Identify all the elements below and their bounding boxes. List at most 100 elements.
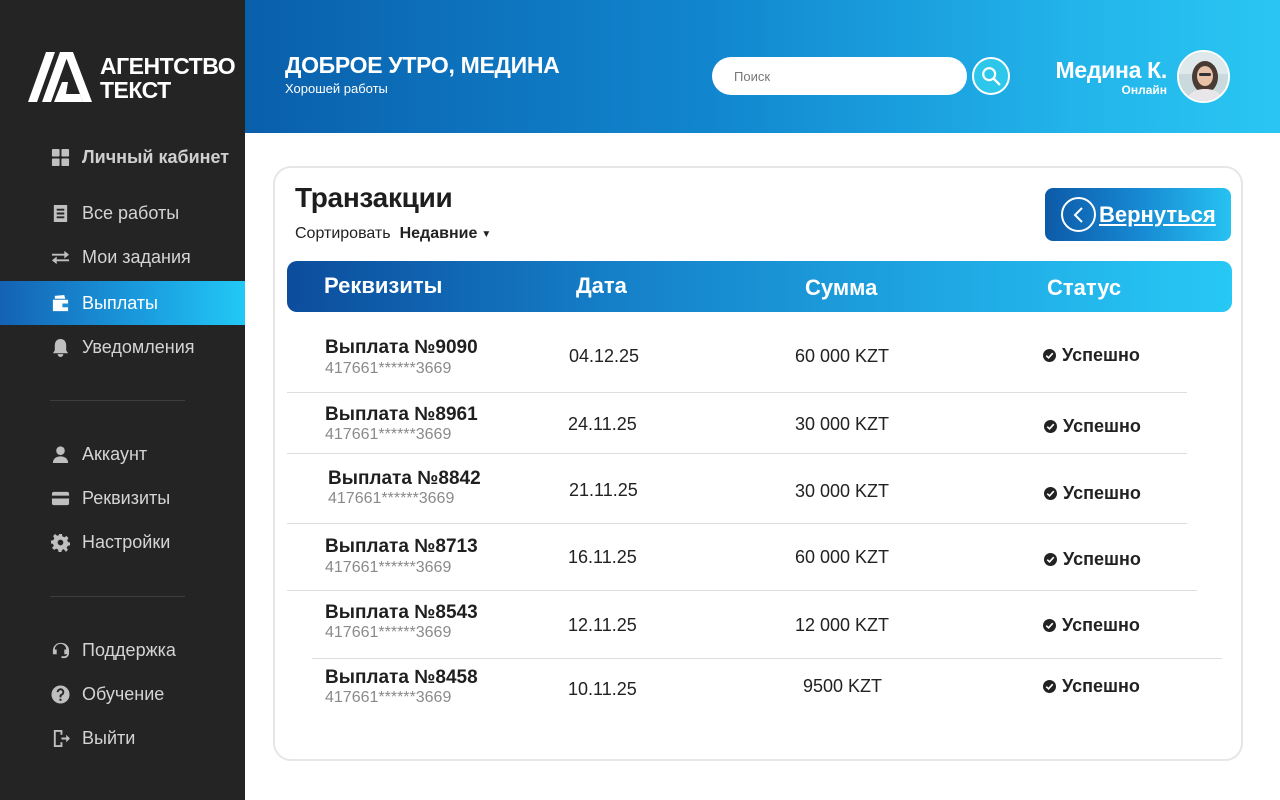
payout-date: 16.11.25: [568, 547, 637, 567]
check-circle-icon: [1043, 349, 1056, 362]
row-divider: [287, 453, 1187, 454]
sort-label: Сортировать: [295, 225, 391, 242]
sidebar-item-my-tasks[interactable]: Мои задания: [0, 235, 245, 279]
logout-icon: [50, 728, 70, 748]
payout-date: 12.11.25: [568, 615, 637, 635]
payout-name: Выплата №9090: [325, 337, 478, 358]
back-button-label: Вернуться: [1099, 201, 1216, 227]
greeting-title: ДОБРОЕ УТРО, МЕДИНА: [285, 52, 560, 78]
avatar[interactable]: [1177, 50, 1230, 103]
sidebar-item-label: Аккаунт: [82, 443, 148, 464]
sort-dropdown[interactable]: Недавние: [400, 225, 478, 243]
sidebar: АГЕНТСТВО ТЕКСТ Личный кабинет Все работ…: [0, 0, 245, 800]
sidebar-item-payouts[interactable]: Выплаты: [0, 281, 245, 325]
payout-name: Выплата №8458: [325, 667, 478, 688]
top-header: ДОБРОЕ УТРО, МЕДИНА Хорошей работы Медин…: [245, 0, 1280, 133]
sidebar-item-learning[interactable]: Обучение: [0, 672, 245, 716]
payout-date: 04.12.25: [569, 346, 640, 366]
status-badge: Успешно: [1043, 615, 1140, 636]
status-text: Успешно: [1062, 676, 1140, 696]
sidebar-item-settings[interactable]: Настройки: [0, 520, 245, 564]
card-number: 417661******3669: [325, 559, 452, 576]
sidebar-item-logout[interactable]: Выйти: [0, 716, 245, 760]
user-status: Онлайн: [1121, 83, 1167, 97]
document-list-icon: [50, 203, 70, 223]
status-badge: Успешно: [1044, 483, 1141, 504]
payout-amount: 30 000 KZT: [795, 414, 890, 434]
search-button[interactable]: [972, 57, 1010, 95]
sidebar-item-account[interactable]: Аккаунт: [0, 432, 245, 476]
user-icon: [50, 444, 70, 464]
caret-down-icon[interactable]: ▼: [481, 229, 491, 240]
check-circle-icon: [1044, 553, 1057, 566]
card-number: 417661******3669: [325, 624, 452, 641]
bell-icon: [50, 337, 70, 357]
brand-line-1: АГЕНТСТВО: [100, 53, 236, 79]
status-badge: Успешно: [1043, 345, 1140, 366]
sidebar-item-label: Все работы: [82, 202, 180, 223]
status-text: Успешно: [1063, 416, 1141, 436]
search-icon: [982, 67, 1001, 86]
sidebar-item-support[interactable]: Поддержка: [0, 628, 245, 672]
sort-control: Сортировать Недавние ▼: [295, 225, 491, 243]
gear-icon: [50, 532, 70, 552]
column-header-requisites[interactable]: Реквизиты: [324, 273, 442, 299]
sidebar-item-all-works[interactable]: Все работы: [0, 191, 245, 235]
sidebar-item-label: Личный кабинет: [82, 146, 230, 167]
swap-arrows-icon: [50, 247, 70, 267]
headset-icon: [50, 640, 70, 660]
row-divider: [287, 523, 1187, 524]
card-number: 417661******3669: [325, 689, 452, 706]
payout-date: 21.11.25: [569, 480, 638, 500]
row-divider: [287, 590, 1197, 591]
check-circle-icon: [1043, 680, 1056, 693]
sidebar-item-label: Настройки: [82, 531, 171, 552]
brand-line-2: ТЕКСТ: [100, 77, 171, 103]
wallet-icon: [50, 293, 70, 313]
card-number: 417661******3669: [328, 490, 455, 507]
payout-amount: 60 000 KZT: [795, 547, 890, 567]
payout-date: 24.11.25: [568, 414, 637, 434]
status-text: Успешно: [1063, 483, 1141, 503]
card-number: 417661******3669: [325, 426, 452, 443]
dashboard-icon: [50, 147, 70, 167]
status-text: Успешно: [1063, 549, 1141, 569]
avatar-image: [1179, 52, 1228, 101]
credit-card-icon: [50, 488, 70, 508]
chevron-left-icon: [1061, 197, 1096, 232]
check-circle-icon: [1043, 619, 1056, 632]
greeting-subtitle: Хорошей работы: [285, 81, 388, 96]
column-header-amount[interactable]: Сумма: [805, 275, 877, 301]
payout-name: Выплата №8842: [328, 468, 481, 489]
status-badge: Успешно: [1043, 676, 1140, 697]
page-title: Транзакции: [295, 182, 453, 213]
status-badge: Успешно: [1044, 549, 1141, 570]
search-input[interactable]: [712, 57, 967, 95]
sidebar-item-label: Реквизиты: [82, 487, 171, 508]
user-info[interactable]: Медина К. Онлайн: [1056, 57, 1168, 97]
question-icon: [50, 684, 70, 704]
payout-amount: 9500 KZT: [803, 676, 883, 696]
payout-amount: 60 000 KZT: [795, 346, 890, 366]
sidebar-item-requisites[interactable]: Реквизиты: [0, 476, 245, 520]
sidebar-item-dashboard[interactable]: Личный кабинет: [0, 135, 245, 179]
sidebar-divider: [50, 400, 185, 401]
payout-amount: 12 000 KZT: [795, 615, 890, 635]
brand-name: АГЕНТСТВО ТЕКСТ: [100, 53, 236, 103]
sidebar-item-label: Выйти: [82, 727, 136, 748]
sidebar-divider: [50, 596, 185, 597]
payout-name: Выплата №8713: [325, 536, 478, 557]
payout-name: Выплата №8961: [325, 404, 478, 425]
column-header-status[interactable]: Статус: [1047, 275, 1121, 301]
greeting: ДОБРОЕ УТРО, МЕДИНА Хорошей работы: [285, 52, 560, 96]
sidebar-item-label: Поддержка: [82, 639, 176, 660]
row-divider: [312, 658, 1222, 659]
sidebar-item-label: Обучение: [82, 683, 165, 704]
back-button[interactable]: Вернуться: [1045, 188, 1231, 241]
sidebar-item-notifications[interactable]: Уведомления: [0, 325, 245, 369]
card-number: 417661******3669: [325, 360, 452, 377]
status-text: Успешно: [1062, 345, 1140, 365]
column-header-date[interactable]: Дата: [576, 273, 627, 299]
sidebar-item-label: Выплаты: [82, 292, 158, 313]
brand-logo[interactable]: АГЕНТСТВО ТЕКСТ: [28, 52, 236, 104]
